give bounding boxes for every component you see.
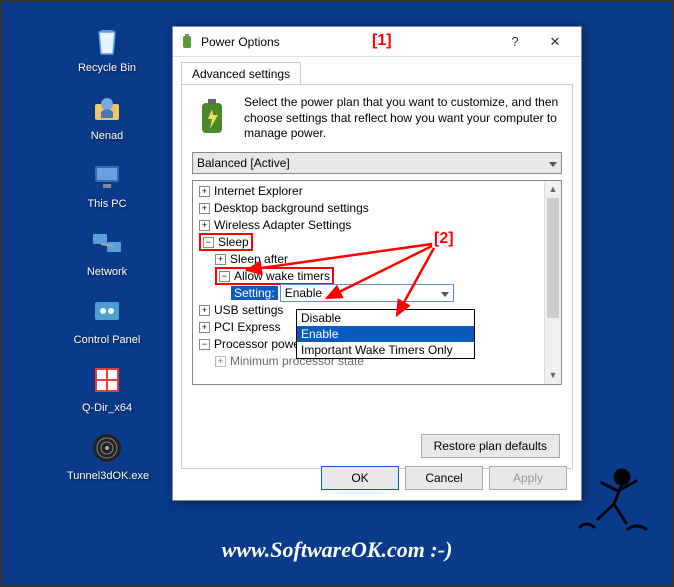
tab-content: Select the power plan that you want to c… xyxy=(181,84,573,469)
ok-button[interactable]: OK xyxy=(321,466,399,490)
icon-label: Network xyxy=(67,266,147,278)
qdir-icon xyxy=(87,360,127,400)
desktop-icon-user[interactable]: Nenad xyxy=(67,88,147,142)
intro-text: Select the power plan that you want to c… xyxy=(244,95,562,142)
watermark-figure-icon xyxy=(574,459,654,539)
apply-button[interactable]: Apply xyxy=(489,466,567,490)
tree-item-ie[interactable]: + Internet Explorer xyxy=(195,183,559,200)
intro-block: Select the power plan that you want to c… xyxy=(192,95,562,142)
help-button[interactable]: ? xyxy=(495,28,535,56)
power-plan-select[interactable]: Balanced [Active] xyxy=(192,152,562,174)
setting-combobox[interactable]: Enable xyxy=(280,284,454,302)
power-options-icon xyxy=(179,34,195,50)
tree-item-desktop-bg[interactable]: + Desktop background settings xyxy=(195,200,559,217)
icon-label: Nenad xyxy=(67,130,147,142)
pc-icon xyxy=(87,156,127,196)
icon-label: This PC xyxy=(67,198,147,210)
recycle-bin-icon xyxy=(87,20,127,60)
tunnel3d-icon xyxy=(87,428,127,468)
tree-item-setting[interactable]: Setting: Enable xyxy=(195,285,559,302)
restore-defaults-button[interactable]: Restore plan defaults xyxy=(421,434,560,458)
power-options-dialog: Power Options ? ✕ Advanced settings Sele… xyxy=(172,26,582,501)
expand-icon[interactable]: + xyxy=(199,322,210,333)
network-icon xyxy=(87,224,127,264)
annotation-marker-1: [1] xyxy=(372,32,392,50)
tree-item-allow-wake-timers[interactable]: − Allow wake timers xyxy=(195,268,559,285)
tab-advanced-settings[interactable]: Advanced settings xyxy=(181,62,301,85)
close-button[interactable]: ✕ xyxy=(535,28,575,56)
collapse-icon[interactable]: − xyxy=(219,271,230,282)
dialog-button-row: OK Cancel Apply xyxy=(321,466,567,490)
chevron-down-icon xyxy=(549,156,557,170)
expand-icon[interactable]: + xyxy=(199,203,210,214)
tree-item-sleep-after[interactable]: + Sleep after xyxy=(195,251,559,268)
icon-label: Q-Dir_x64 xyxy=(67,402,147,414)
dropdown-option-disable[interactable]: Disable xyxy=(297,310,474,326)
desktop-icon-network[interactable]: Network xyxy=(67,224,147,278)
icon-label: Tunnel3dOK.exe xyxy=(67,470,147,482)
settings-tree: + Internet Explorer + Desktop background… xyxy=(192,180,562,385)
collapse-icon[interactable]: − xyxy=(199,339,210,350)
dialog-title: Power Options xyxy=(201,35,280,49)
chevron-down-icon xyxy=(441,286,449,300)
cancel-button[interactable]: Cancel xyxy=(405,466,483,490)
desktop-icon-this-pc[interactable]: This PC xyxy=(67,156,147,210)
desktop-icon-tunnel3d[interactable]: Tunnel3dOK.exe xyxy=(67,428,147,482)
desktop-icon-recycle-bin[interactable]: Recycle Bin xyxy=(67,20,147,74)
setting-dropdown-list: Disable Enable Important Wake Timers Onl… xyxy=(296,309,475,359)
user-folder-icon xyxy=(87,88,127,128)
scroll-thumb[interactable] xyxy=(547,198,559,318)
icon-label: Control Panel xyxy=(67,334,147,346)
icon-label: Recycle Bin xyxy=(67,62,147,74)
tab-strip: Advanced settings xyxy=(173,57,581,84)
desktop-icon-control-panel[interactable]: Control Panel xyxy=(67,292,147,346)
plan-value: Balanced [Active] xyxy=(197,156,290,170)
scroll-down-icon[interactable]: ▼ xyxy=(545,367,561,384)
dropdown-option-enable[interactable]: Enable xyxy=(297,326,474,342)
expand-icon[interactable]: + xyxy=(199,186,210,197)
desktop-icon-qdir[interactable]: Q-Dir_x64 xyxy=(67,360,147,414)
dropdown-option-important[interactable]: Important Wake Timers Only xyxy=(297,342,474,358)
collapse-icon[interactable]: − xyxy=(203,237,214,248)
scroll-up-icon[interactable]: ▲ xyxy=(545,181,561,198)
control-panel-icon xyxy=(87,292,127,332)
tree-scrollbar[interactable]: ▲ ▼ xyxy=(544,181,561,384)
expand-icon[interactable]: + xyxy=(215,254,226,265)
expand-icon[interactable]: + xyxy=(215,356,226,367)
setting-label: Setting: xyxy=(231,286,278,300)
battery-icon xyxy=(192,95,234,137)
expand-icon[interactable]: + xyxy=(199,305,210,316)
expand-icon[interactable]: + xyxy=(199,220,210,231)
tree-item-sleep[interactable]: − Sleep xyxy=(195,234,559,251)
footer-watermark: www.SoftwareOK.com :-) xyxy=(2,537,672,563)
annotation-marker-2: [2] xyxy=(434,230,454,248)
tree-item-wireless[interactable]: + Wireless Adapter Settings xyxy=(195,217,559,234)
